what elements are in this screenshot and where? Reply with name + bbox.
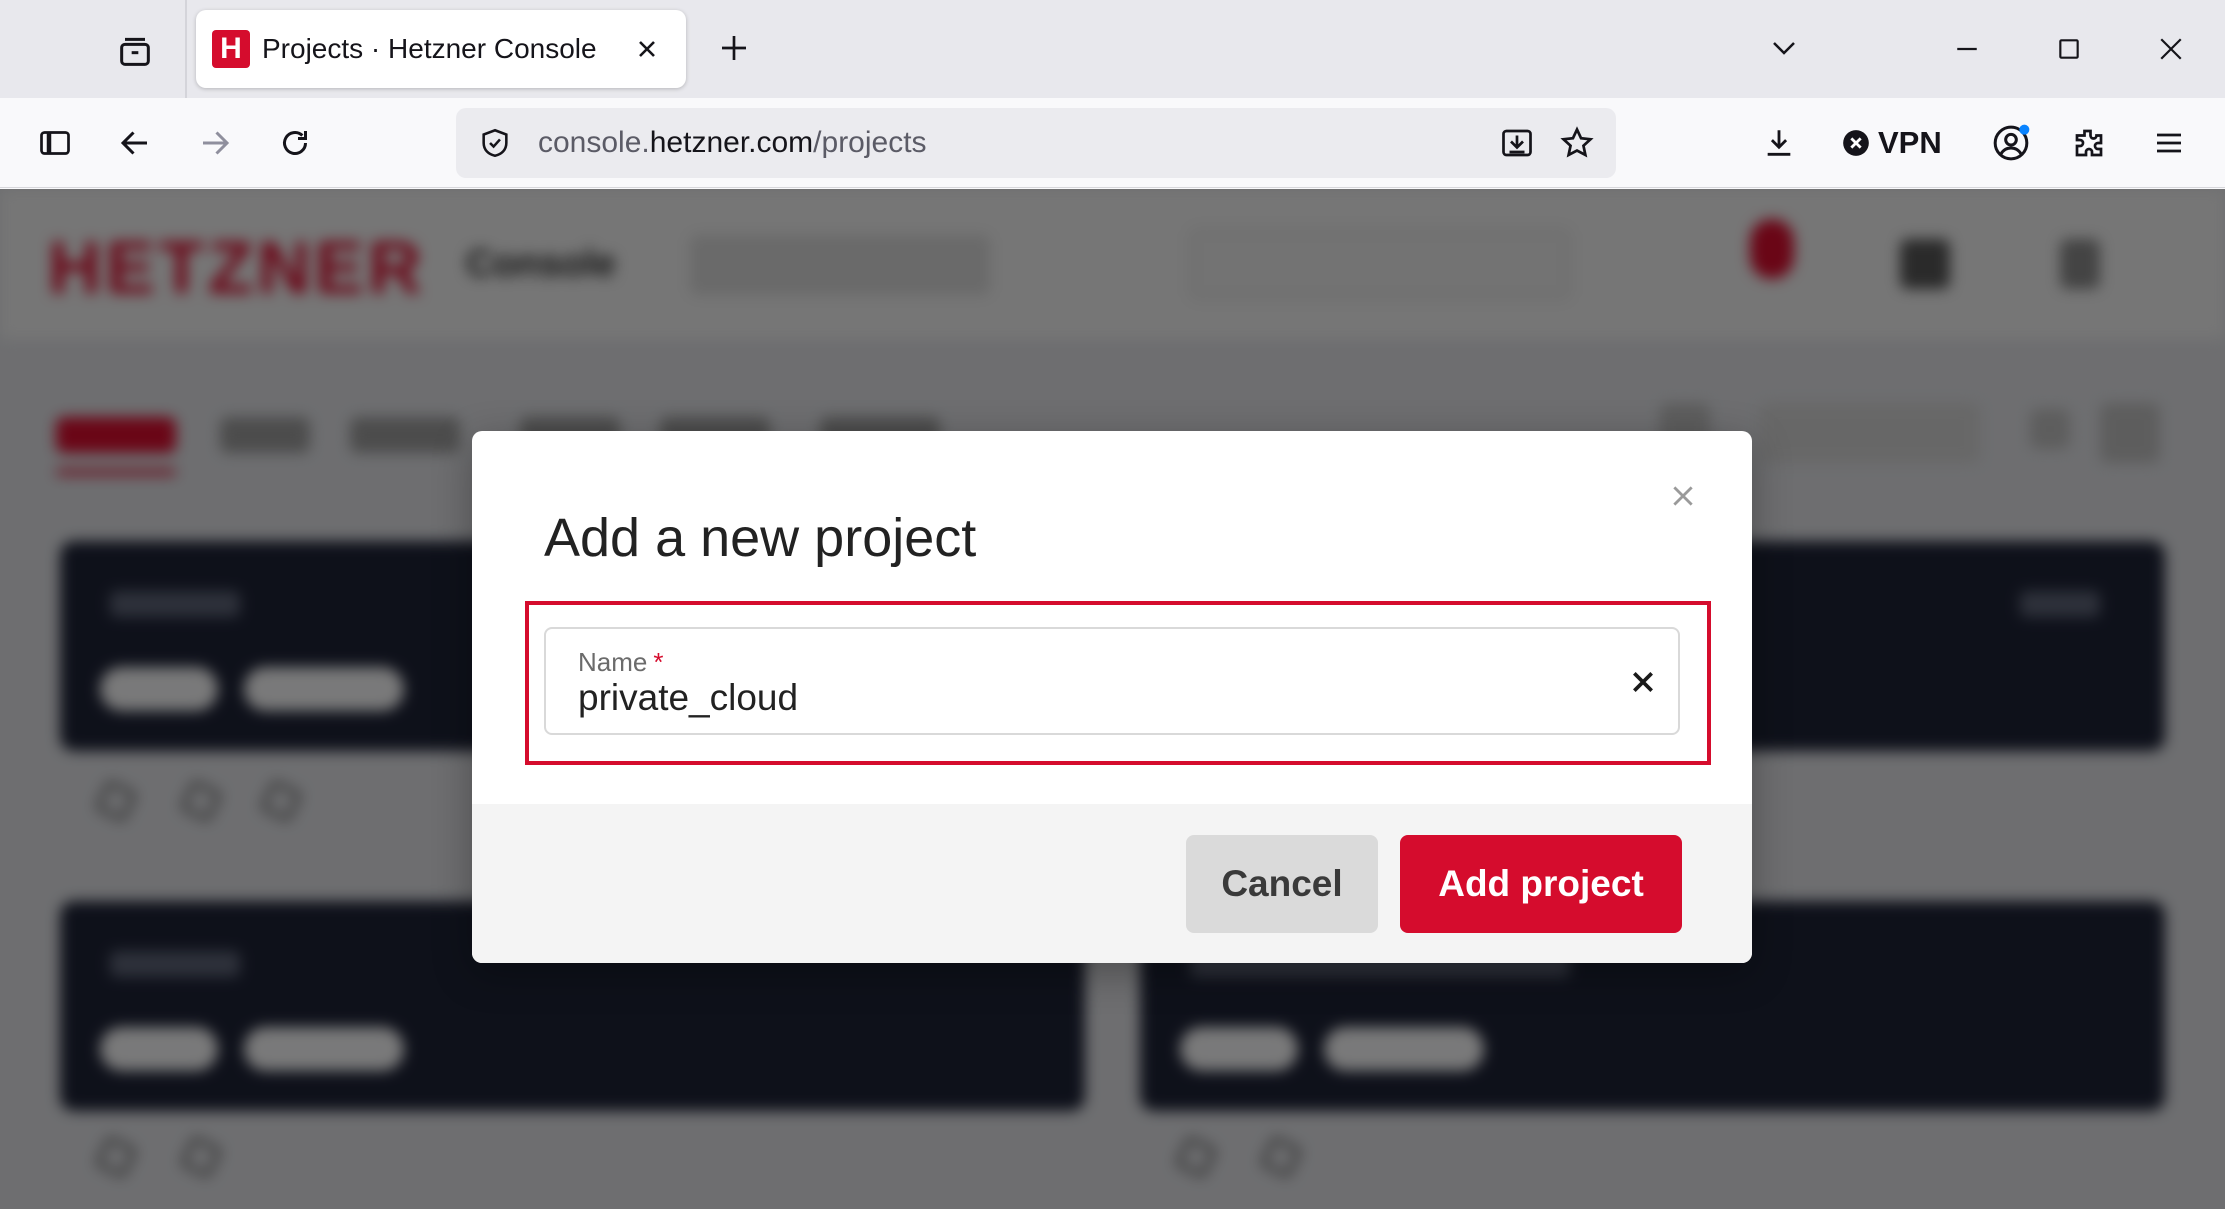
maximize-icon[interactable] <box>2048 28 2090 70</box>
active-tab[interactable]: H Projects · Hetzner Console <box>196 10 686 88</box>
cancel-button[interactable]: Cancel <box>1186 835 1378 933</box>
window-close-icon[interactable] <box>2150 28 2192 70</box>
add-project-dialog: Add a new project Name* Cancel Add proje… <box>472 431 1752 963</box>
menu-icon[interactable] <box>2148 122 2190 164</box>
dialog-footer: Cancel Add project <box>472 804 1752 963</box>
vpn-button[interactable]: VPN <box>1842 118 1942 168</box>
vpn-off-icon <box>1842 129 1870 157</box>
account-icon[interactable] <box>1988 120 2034 166</box>
extensions-icon[interactable] <box>2068 122 2110 164</box>
forward-icon[interactable] <box>194 122 236 164</box>
project-name-input[interactable] <box>578 673 1578 723</box>
page-save-icon[interactable] <box>1496 122 1538 164</box>
tab-list-icon[interactable] <box>1764 28 1804 68</box>
minimize-icon[interactable] <box>1946 28 1988 70</box>
bookmark-star-icon[interactable] <box>1556 122 1598 164</box>
project-name-field[interactable]: Name * <box>544 627 1680 735</box>
downloads-icon[interactable] <box>1758 122 1800 164</box>
clear-input-icon[interactable] <box>1626 665 1660 699</box>
dialog-title: Add a new project <box>544 508 977 568</box>
hetzner-favicon-icon: H <box>212 30 250 68</box>
back-icon[interactable] <box>114 122 156 164</box>
vpn-label: VPN <box>1878 125 1942 160</box>
url-text[interactable]: console.hetzner.com/projects <box>538 108 927 178</box>
tab-close-icon[interactable] <box>628 30 666 68</box>
tab-manager-icon[interactable] <box>112 28 158 74</box>
shield-icon[interactable] <box>474 122 516 164</box>
dialog-close-icon[interactable] <box>1666 479 1700 513</box>
url-bar[interactable]: console.hetzner.com/projects <box>456 108 1616 178</box>
add-project-button[interactable]: Add project <box>1400 835 1682 933</box>
new-tab-icon[interactable] <box>714 28 754 68</box>
tab-title: Projects · Hetzner Console <box>262 33 597 64</box>
tab-strip: H Projects · Hetzner Console <box>0 0 2225 98</box>
reload-icon[interactable] <box>274 122 316 164</box>
sidebar-icon[interactable] <box>34 122 76 164</box>
